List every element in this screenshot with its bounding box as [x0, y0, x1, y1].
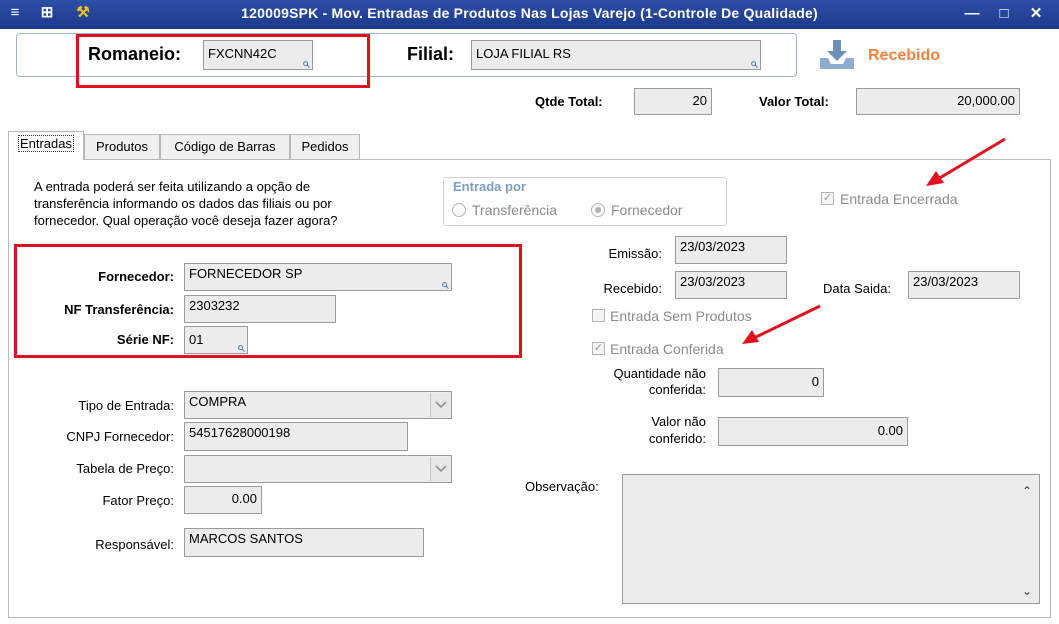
annotation-arrow-encerrada [926, 137, 1006, 186]
radio-transferencia[interactable] [452, 203, 466, 217]
scroll-down-icon[interactable]: ⌄ [1019, 583, 1035, 598]
entrada-sem-produtos-label: Entrada Sem Produtos [610, 308, 752, 324]
info-text-line-2: transferência informando os dados das fi… [34, 196, 332, 211]
cnpj-fornecedor-field[interactable]: 54517628000198 [184, 422, 408, 451]
window-title: 120009SPK - Mov. Entradas de Produtos Na… [241, 5, 818, 21]
lookup-icon[interactable] [751, 61, 758, 68]
fator-preco-label: Fator Preço: [102, 493, 174, 508]
qtd-nao-conferida-label-1: Quantidade não [613, 366, 706, 381]
qtd-nao-conferida-label-2: conferida: [648, 382, 706, 397]
radio-transferencia-label: Transferência [472, 202, 558, 218]
recebido-label: Recebido: [603, 281, 662, 296]
observacao-label: Observação: [525, 479, 599, 494]
valor-total-label: Valor Total: [759, 94, 829, 109]
valor-nao-conferido-label-2: conferido: [648, 431, 706, 446]
status-label: Recebido [868, 47, 941, 64]
title-bar: ≡ ⊞ ⚒ 120009SPK - Mov. Entradas de Produ… [0, 0, 1059, 29]
tipo-entrada-select[interactable]: COMPRA [184, 391, 452, 419]
filial-label: Filial: [407, 44, 455, 64]
dropdown-button[interactable] [430, 457, 450, 481]
responsavel-field[interactable]: MARCOS SANTOS [184, 528, 424, 557]
valor-nao-conferido-label-1: Valor não [651, 414, 706, 429]
maximize-icon[interactable]: □ [992, 3, 1016, 25]
fornecedor-label: Fornecedor: [98, 269, 174, 284]
checkbox-entrada-encerrada[interactable]: ✓ [821, 192, 834, 205]
checkbox-entrada-sem-produtos[interactable] [592, 309, 605, 322]
observacao-textarea[interactable]: ⌃ ⌄ [622, 474, 1040, 604]
nf-transferencia-field[interactable]: 2303232 [184, 295, 336, 323]
qtde-total-field[interactable]: 20 [634, 88, 712, 115]
annotation-box-romaneio [76, 34, 370, 88]
tab-entradas[interactable]: Entradas [8, 131, 84, 160]
radio-fornecedor-label: Fornecedor [611, 202, 683, 218]
fornecedor-field[interactable]: FORNECEDOR SP [184, 263, 452, 291]
lookup-icon[interactable] [238, 345, 245, 352]
data-saida-field[interactable]: 23/03/2023 [908, 271, 1020, 299]
chevron-down-icon [435, 401, 447, 409]
emissao-label: Emissão: [608, 246, 662, 261]
responsavel-label: Responsável: [95, 537, 174, 552]
tabela-preco-label: Tabela de Preço: [76, 461, 174, 476]
checkbox-entrada-conferida[interactable]: ✓ [592, 342, 605, 355]
tab-pedidos[interactable]: Pedidos [290, 134, 360, 160]
tabela-preco-select[interactable] [184, 455, 452, 483]
valor-nao-conferido-field[interactable]: 0.00 [718, 417, 908, 446]
fator-preco-field[interactable]: 0.00 [184, 486, 262, 514]
recebido-field[interactable]: 23/03/2023 [675, 271, 787, 299]
info-text-line-3: fornecedor. Qual operação você deseja fa… [34, 213, 338, 228]
nf-transferencia-label: NF Transferência: [64, 302, 174, 317]
info-text-line-1: A entrada poderá ser feita utilizando a … [34, 179, 311, 194]
scroll-up-icon[interactable]: ⌃ [1019, 483, 1035, 498]
filial-field[interactable]: LOJA FILIAL RS [471, 40, 761, 70]
cnpj-fornecedor-label: CNPJ Fornecedor: [66, 429, 174, 444]
close-icon[interactable]: ✕ [1024, 3, 1048, 25]
entrada-conferida-label: Entrada Conferida [610, 341, 724, 357]
serie-nf-field[interactable]: 01 [184, 326, 248, 354]
data-saida-label: Data Saida: [823, 281, 891, 296]
chevron-down-icon [435, 465, 447, 473]
valor-total-field[interactable]: 20,000.00 [856, 88, 1020, 115]
download-tray-icon [820, 40, 854, 69]
dropdown-button[interactable] [430, 393, 450, 417]
minimize-icon[interactable]: — [960, 3, 984, 25]
annotation-arrow-conferida [742, 304, 821, 344]
entrada-por-label: Entrada por [451, 179, 528, 194]
emissao-field[interactable]: 23/03/2023 [675, 236, 787, 264]
tab-codigo-barras[interactable]: Código de Barras [160, 134, 290, 160]
radio-fornecedor[interactable] [591, 203, 605, 217]
lookup-icon[interactable] [442, 282, 449, 289]
tipo-entrada-label: Tipo de Entrada: [78, 398, 174, 413]
entrada-encerrada-label: Entrada Encerrada [840, 191, 958, 207]
tab-produtos[interactable]: Produtos [84, 134, 160, 160]
serie-nf-label: Série NF: [116, 332, 174, 347]
qtd-nao-conferida-field[interactable]: 0 [718, 368, 824, 397]
qtde-total-label: Qtde Total: [535, 94, 603, 109]
